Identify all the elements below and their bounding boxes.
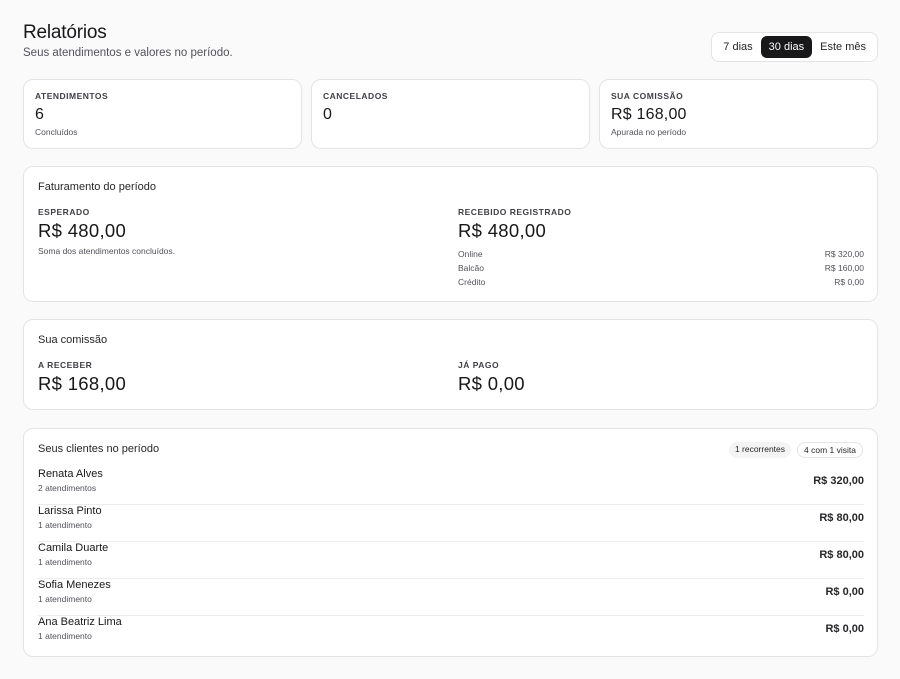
page-header: Relatórios Seus atendimentos e valores n… bbox=[23, 0, 878, 80]
client-row[interactable]: Renata Alves 2 atendimentos R$ 320,00 bbox=[38, 468, 864, 505]
stat-card-cancelled: CANCELADOS 0 bbox=[311, 79, 590, 149]
client-row[interactable]: Sofia Menezes 1 atendimento R$ 0,00 bbox=[38, 579, 864, 616]
client-value: R$ 80,00 bbox=[819, 549, 864, 561]
client-value: R$ 0,00 bbox=[825, 586, 864, 598]
period-this-month-button[interactable]: Este mês bbox=[812, 36, 874, 58]
client-row[interactable]: Larissa Pinto 1 atendimento R$ 80,00 bbox=[38, 505, 864, 542]
payment-method-row: Balcão R$ 160,00 bbox=[458, 263, 864, 273]
period-30-days-button[interactable]: 30 dias bbox=[760, 36, 813, 58]
client-name: Renata Alves bbox=[38, 468, 103, 480]
receivable-label: A RECEBER bbox=[38, 360, 93, 370]
payment-method-value: R$ 320,00 bbox=[824, 249, 864, 259]
expected-note: Soma dos atendimentos concluídos. bbox=[38, 246, 176, 256]
expected-label: ESPERADO bbox=[38, 207, 90, 217]
client-appointments: 1 atendimento bbox=[38, 557, 92, 567]
payment-method-value: R$ 160,00 bbox=[824, 263, 864, 273]
commission-card: Sua comissão A RECEBER R$ 168,00 JÁ PAGO… bbox=[23, 319, 878, 410]
client-appointments: 1 atendimento bbox=[38, 520, 92, 530]
stat-card-commission: SUA COMISSÃO R$ 168,00 Apurada no períod… bbox=[599, 79, 878, 149]
client-row[interactable]: Ana Beatriz Lima 1 atendimento R$ 0,00 bbox=[38, 616, 864, 653]
period-filter: 7 dias 30 dias Este mês bbox=[711, 32, 878, 62]
payment-method-name: Crédito bbox=[458, 277, 486, 287]
client-name: Ana Beatriz Lima bbox=[38, 616, 122, 628]
client-name: Larissa Pinto bbox=[38, 505, 102, 517]
client-appointments: 1 atendimento bbox=[38, 594, 92, 604]
client-appointments: 2 atendimentos bbox=[38, 483, 97, 493]
revenue-title: Faturamento do período bbox=[38, 181, 157, 193]
stat-label: CANCELADOS bbox=[323, 91, 388, 101]
stat-card-appointments: ATENDIMENTOS 6 Concluídos bbox=[23, 79, 302, 149]
stat-sub: Concluídos bbox=[35, 127, 78, 137]
reports-page: Relatórios Seus atendimentos e valores n… bbox=[23, 0, 878, 657]
client-value: R$ 320,00 bbox=[813, 475, 864, 487]
client-value: R$ 80,00 bbox=[819, 512, 864, 524]
expected-value: R$ 480,00 bbox=[38, 220, 127, 241]
client-appointments: 1 atendimento bbox=[38, 631, 92, 641]
client-badges: 1 recorrentes 4 com 1 visita bbox=[728, 442, 863, 458]
stat-label: ATENDIMENTOS bbox=[35, 91, 109, 101]
revenue-card: Faturamento do período ESPERADO R$ 480,0… bbox=[23, 166, 878, 302]
payment-method-row: Crédito R$ 0,00 bbox=[458, 277, 864, 287]
commission-title: Sua comissão bbox=[38, 334, 108, 346]
receivable-value: R$ 168,00 bbox=[38, 373, 127, 394]
payment-method-name: Online bbox=[458, 249, 483, 259]
paid-label: JÁ PAGO bbox=[458, 360, 500, 370]
received-value: R$ 480,00 bbox=[458, 220, 547, 241]
recurring-badge: 1 recorrentes bbox=[728, 442, 792, 458]
payment-method-value: R$ 0,00 bbox=[834, 277, 864, 287]
client-name: Camila Duarte bbox=[38, 542, 109, 554]
payment-method-name: Balcão bbox=[458, 263, 484, 273]
stat-sub: Apurada no período bbox=[611, 127, 687, 137]
payment-method-row: Online R$ 320,00 bbox=[458, 249, 864, 259]
stat-label: SUA COMISSÃO bbox=[611, 91, 684, 101]
client-value: R$ 0,00 bbox=[825, 623, 864, 635]
client-name: Sofia Menezes bbox=[38, 579, 111, 591]
received-label: RECEBIDO REGISTRADO bbox=[458, 207, 572, 217]
clients-title: Seus clientes no período bbox=[38, 443, 160, 455]
stat-value: 6 bbox=[35, 106, 45, 123]
page-subtitle: Seus atendimentos e valores no período. bbox=[23, 47, 233, 59]
stat-value: R$ 168,00 bbox=[611, 106, 687, 123]
stat-value: 0 bbox=[323, 106, 333, 123]
period-7-days-button[interactable]: 7 dias bbox=[715, 36, 760, 58]
page-title: Relatórios bbox=[23, 22, 107, 43]
paid-value: R$ 0,00 bbox=[458, 373, 525, 394]
clients-card: Seus clientes no período 1 recorrentes 4… bbox=[23, 428, 878, 657]
single-visit-badge: 4 com 1 visita bbox=[797, 442, 863, 458]
client-row[interactable]: Camila Duarte 1 atendimento R$ 80,00 bbox=[38, 542, 864, 579]
